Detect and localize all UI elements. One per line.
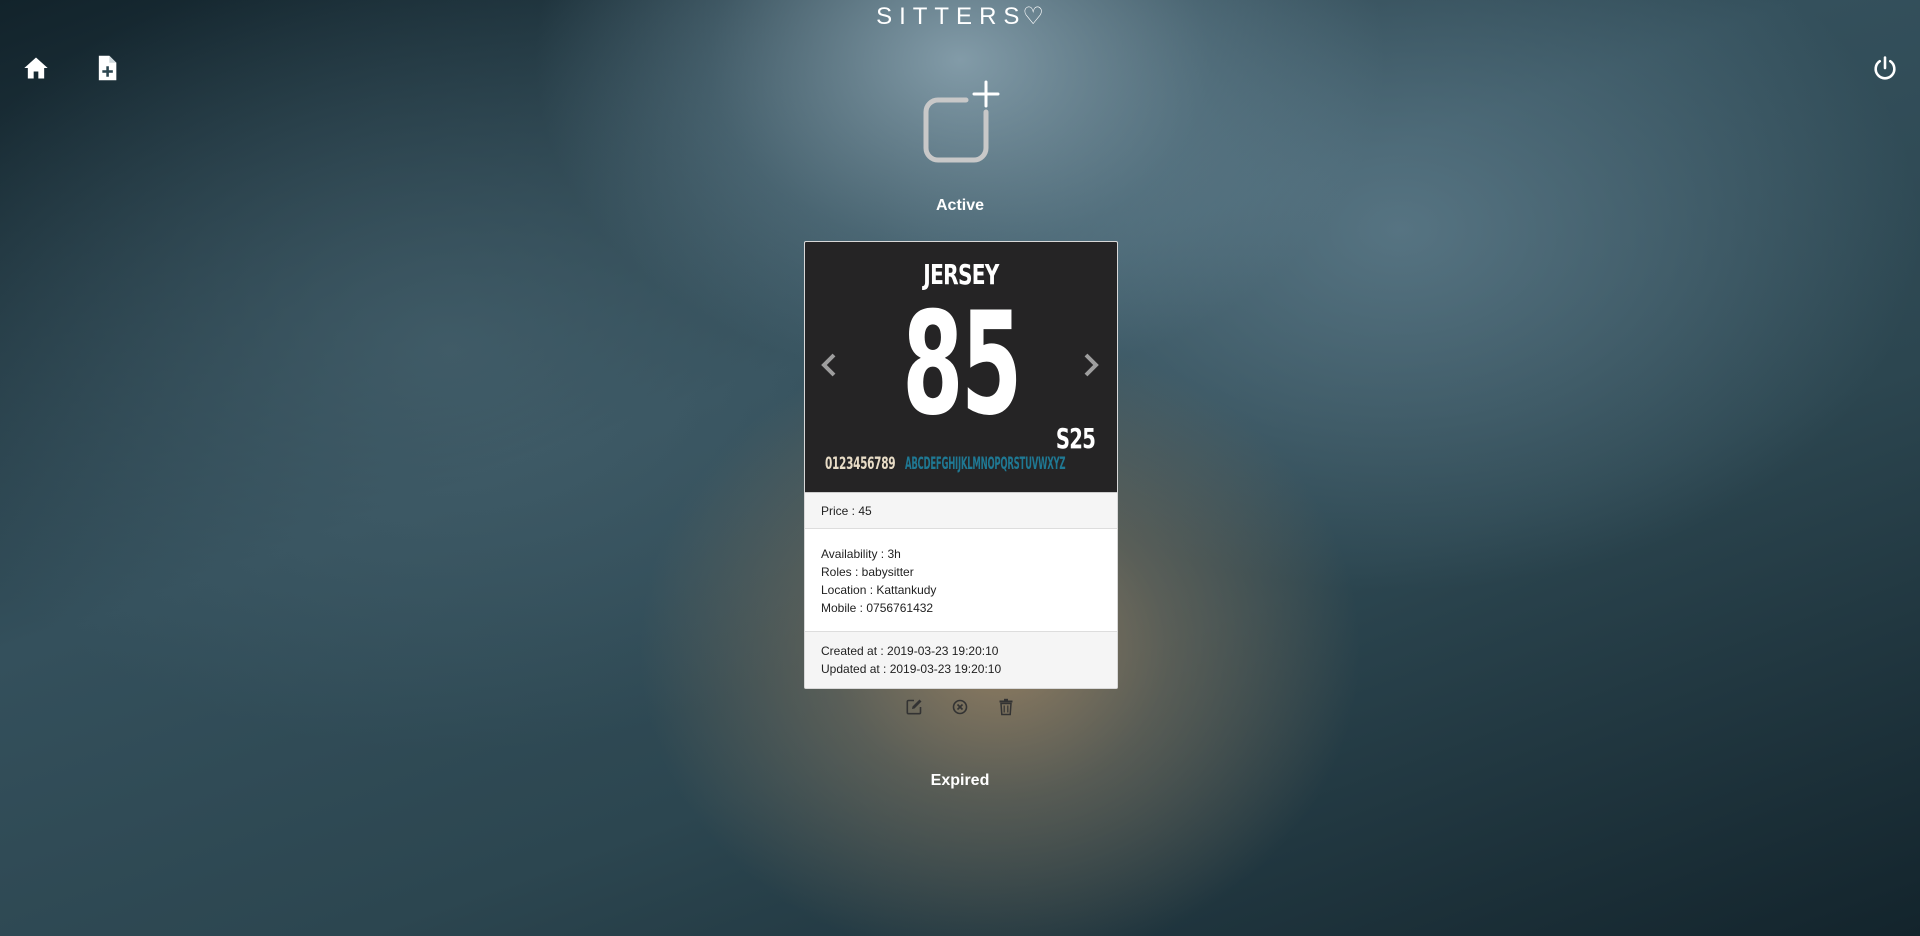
active-section-title: Active bbox=[935, 197, 985, 214]
cancel-circle-icon bbox=[952, 699, 968, 715]
card-price: Price : 45 bbox=[805, 493, 1117, 529]
card-roles: Roles : babysitter bbox=[821, 565, 914, 579]
card-created-at: Created at : 2019-03-23 19:20:10 bbox=[821, 644, 999, 658]
carousel-next-button[interactable] bbox=[1079, 350, 1103, 380]
logout-button[interactable] bbox=[1871, 54, 1899, 82]
card-updated-at: Updated at : 2019-03-23 19:20:10 bbox=[821, 662, 1002, 676]
post-card: JERSEY 85 S25 0123456789 ABCDEFGHIJKLMNO… bbox=[804, 241, 1118, 689]
card-timestamps: Created at : 2019-03-23 19:20:10 Updated… bbox=[805, 631, 1117, 688]
card-details: Availability : 3h Roles : babysitter Loc… bbox=[805, 529, 1117, 631]
edit-button[interactable] bbox=[905, 698, 923, 716]
card-actions bbox=[0, 698, 1920, 716]
brand-logo: SITTERS♡ bbox=[0, 2, 1920, 31]
add-square-icon bbox=[923, 80, 1000, 163]
chevron-left-icon bbox=[821, 353, 836, 377]
card-location: Location : Kattankudy bbox=[821, 583, 937, 597]
carousel-image-number: 85 bbox=[902, 282, 1022, 447]
card-availability: Availability : 3h bbox=[821, 547, 901, 561]
carousel-prev-button[interactable] bbox=[817, 350, 841, 380]
expired-section-title: Expired bbox=[930, 772, 990, 789]
brand-text: SITTERS bbox=[876, 3, 1027, 30]
new-post-button[interactable] bbox=[93, 54, 121, 82]
delete-button[interactable] bbox=[997, 698, 1015, 716]
deactivate-button[interactable] bbox=[951, 698, 969, 716]
carousel-image-letters: ABCDEFGHIJKLMNOPQRSTUVWXYZ bbox=[905, 454, 1066, 474]
card-mobile: Mobile : 0756761432 bbox=[821, 601, 934, 615]
trash-icon bbox=[999, 698, 1013, 716]
power-icon bbox=[1874, 56, 1896, 80]
image-carousel: JERSEY 85 S25 0123456789 ABCDEFGHIJKLMNO… bbox=[805, 242, 1117, 493]
carousel-image-code: S25 bbox=[1055, 422, 1096, 455]
add-post-button[interactable] bbox=[916, 78, 1006, 168]
chevron-right-icon bbox=[1084, 353, 1099, 377]
carousel-image-digits: 0123456789 bbox=[825, 454, 896, 474]
home-icon[interactable] bbox=[22, 54, 50, 82]
edit-icon bbox=[906, 699, 922, 715]
file-plus-icon bbox=[98, 55, 117, 81]
heart-icon: ♡ bbox=[1022, 3, 1044, 30]
